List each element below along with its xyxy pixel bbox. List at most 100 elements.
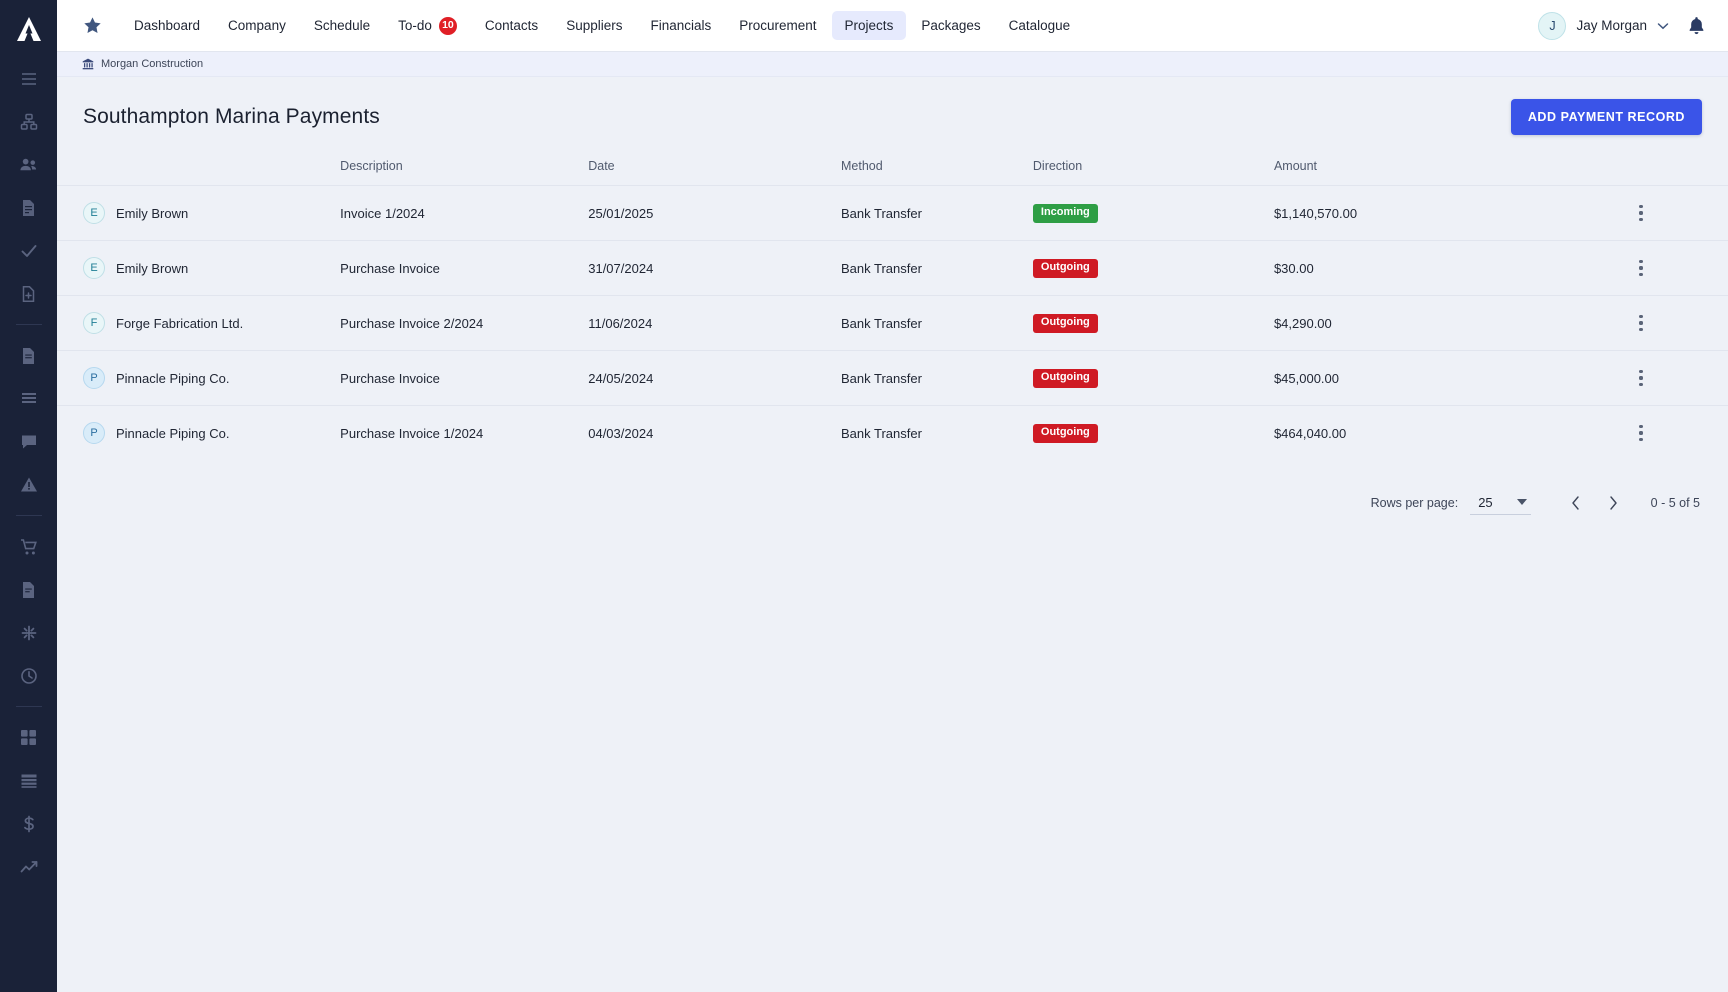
app-root: Dashboard Company Schedule To-do 10 Cont… (0, 0, 1728, 992)
rail-item-check-icon[interactable] (0, 229, 57, 272)
rail-items (0, 57, 57, 888)
avatar: E (83, 202, 105, 224)
rail-item-file-add-icon[interactable] (0, 272, 57, 315)
party-cell-content: P Pinnacle Piping Co. (83, 367, 340, 389)
cell-description: Purchase Invoice 1/2024 (340, 406, 588, 461)
rows-per-page-select[interactable]: 25 (1470, 492, 1530, 515)
party-cell-content: EEmily Brown (83, 257, 340, 279)
cell-direction: Outgoing (1033, 296, 1274, 351)
main-column: Dashboard Company Schedule To-do 10 Cont… (57, 0, 1728, 992)
breadcrumb-item-company[interactable]: Morgan Construction (82, 58, 203, 70)
nav-item-procurement[interactable]: Procurement (726, 11, 829, 40)
rail-item-list-icon[interactable] (0, 57, 57, 100)
party-name: Emily Brown (116, 206, 188, 221)
status-badge: Incoming (1033, 204, 1098, 223)
bank-icon (82, 58, 94, 70)
nav-item-catalogue[interactable]: Catalogue (996, 11, 1084, 40)
breadcrumb-label: Morgan Construction (101, 58, 203, 70)
rail-item-invoice-icon[interactable] (0, 568, 57, 611)
bell-icon[interactable] (1687, 16, 1706, 36)
left-rail (0, 0, 57, 992)
nav-item-schedule[interactable]: Schedule (301, 11, 383, 40)
user-name: Jay Morgan (1576, 18, 1647, 33)
cell-method: Bank Transfer (841, 351, 1033, 406)
nav-item-suppliers[interactable]: Suppliers (553, 11, 635, 40)
avatar: P (83, 367, 105, 389)
top-navigation-bar: Dashboard Company Schedule To-do 10 Cont… (57, 0, 1728, 52)
rail-item-table-icon[interactable] (0, 759, 57, 802)
rail-item-chat-icon[interactable] (0, 420, 57, 463)
cell-direction: Outgoing (1033, 241, 1274, 296)
user-menu[interactable]: J Jay Morgan (1538, 12, 1669, 40)
table-row[interactable]: EEmily BrownInvoice 1/202425/01/2025Bank… (57, 186, 1728, 241)
column-header-amount: Amount (1274, 149, 1625, 186)
cell-amount: $464,040.00 (1274, 406, 1625, 461)
row-menu-icon[interactable] (1631, 423, 1651, 443)
cell-date: 04/03/2024 (588, 406, 841, 461)
cell-party: P Pinnacle Piping Co. (57, 351, 340, 406)
cell-method: Bank Transfer (841, 186, 1033, 241)
row-menu-icon[interactable] (1631, 313, 1651, 333)
payments-table: Description Date Method Direction Amount… (57, 149, 1728, 460)
table-row[interactable]: FForge Fabrication Ltd.Purchase Invoice … (57, 296, 1728, 351)
cell-method: Bank Transfer (841, 296, 1033, 351)
cell-actions (1625, 351, 1728, 406)
nav-item-packages[interactable]: Packages (908, 11, 993, 40)
chevron-down-icon (1517, 499, 1527, 505)
cell-direction: Incoming (1033, 186, 1274, 241)
nav-label: Dashboard (134, 18, 200, 33)
nav-label: Projects (845, 18, 894, 33)
previous-page-button[interactable] (1557, 484, 1595, 522)
cell-amount: $1,140,570.00 (1274, 186, 1625, 241)
nav-label: Packages (921, 18, 980, 33)
nav-label: Catalogue (1009, 18, 1071, 33)
cell-amount: $4,290.00 (1274, 296, 1625, 351)
nav-item-to-do[interactable]: To-do 10 (385, 10, 470, 42)
row-menu-icon[interactable] (1631, 368, 1651, 388)
nav-item-dashboard[interactable]: Dashboard (121, 11, 213, 40)
column-header-actions (1625, 149, 1728, 186)
rail-item-warning-icon[interactable] (0, 463, 57, 506)
chevron-down-icon (1657, 22, 1669, 30)
avatar: J (1538, 12, 1566, 40)
cell-party: E Emily Brown (57, 186, 340, 241)
rail-item-document-icon[interactable] (0, 186, 57, 229)
rail-item-cart-icon[interactable] (0, 525, 57, 568)
rail-item-trend-icon[interactable] (0, 845, 57, 888)
table-row[interactable]: PPinnacle Piping Co.Purchase Invoice 1/2… (57, 406, 1728, 461)
rail-item-page-icon[interactable] (0, 334, 57, 377)
cell-party: FForge Fabrication Ltd. (57, 296, 340, 351)
nav-item-company[interactable]: Company (215, 11, 299, 40)
cell-date: 25/01/2025 (588, 186, 841, 241)
rail-item-dashboard-grid-icon[interactable] (0, 716, 57, 759)
party-cell-content: FForge Fabrication Ltd. (83, 312, 340, 334)
cell-description: Purchase Invoice (340, 351, 588, 406)
star-icon[interactable] (75, 9, 109, 43)
rail-item-org-chart-icon[interactable] (0, 100, 57, 143)
add-payment-record-button[interactable]: ADD PAYMENT RECORD (1511, 99, 1702, 135)
rail-item-plus-grid-icon[interactable] (0, 611, 57, 654)
nav-item-projects[interactable]: Projects (832, 11, 907, 40)
cell-method: Bank Transfer (841, 241, 1033, 296)
rail-item-dollar-icon[interactable] (0, 802, 57, 845)
rail-item-people-icon[interactable] (0, 143, 57, 186)
party-cell-content: PPinnacle Piping Co. (83, 422, 340, 444)
nav-item-contacts[interactable]: Contacts (472, 11, 551, 40)
cell-amount: $30.00 (1274, 241, 1625, 296)
rail-item-clock-icon[interactable] (0, 654, 57, 697)
cell-direction: Outgoing (1033, 351, 1274, 406)
status-badge: Outgoing (1033, 424, 1098, 443)
next-page-button[interactable] (1595, 484, 1633, 522)
row-menu-icon[interactable] (1631, 203, 1651, 223)
table-row[interactable]: EEmily BrownPurchase Invoice31/07/2024Ba… (57, 241, 1728, 296)
row-menu-icon[interactable] (1631, 258, 1651, 278)
rail-item-lines-icon[interactable] (0, 377, 57, 420)
breadcrumb: Morgan Construction (57, 52, 1728, 77)
party-name: Pinnacle Piping Co. (116, 371, 229, 386)
nav-item-financials[interactable]: Financials (637, 11, 724, 40)
rows-per-page-value: 25 (1478, 495, 1492, 510)
column-header-direction: Direction (1033, 149, 1274, 186)
rail-divider (16, 706, 42, 707)
table-row[interactable]: PPinnacle Piping Co.Purchase Invoice24/0… (57, 351, 1728, 406)
app-logo[interactable] (0, 0, 57, 57)
